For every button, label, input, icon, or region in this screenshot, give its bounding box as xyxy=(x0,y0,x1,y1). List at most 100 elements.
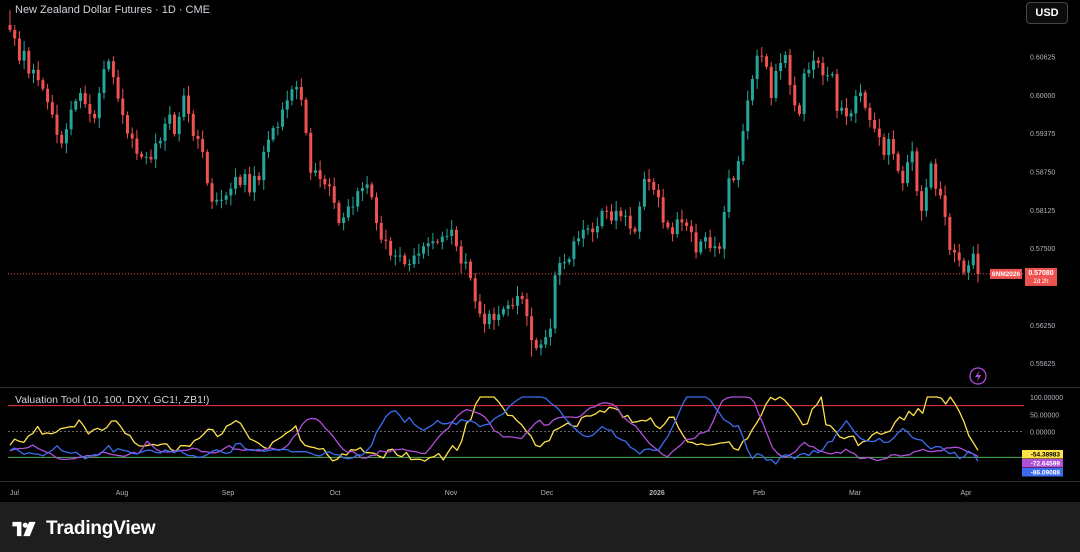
candle-body xyxy=(36,69,40,81)
candle-body xyxy=(628,215,632,229)
candle-body xyxy=(393,255,397,257)
oscillator-tick-label: 0.00000 xyxy=(1030,430,1055,437)
oscillator-tag-value: -72.64599 xyxy=(1031,461,1061,468)
candle-body xyxy=(478,301,482,314)
candle-body xyxy=(924,187,928,211)
candle-body xyxy=(656,189,660,198)
candle-body xyxy=(163,123,167,141)
price-axis: 0.612500.606250.600000.593750.587500.581… xyxy=(1030,16,1055,368)
candle-body xyxy=(558,262,562,276)
candle-body xyxy=(135,138,139,154)
candle-body xyxy=(121,98,125,116)
candle-body xyxy=(774,70,778,98)
price-tick-label: 0.59375 xyxy=(1030,131,1055,138)
candle-body xyxy=(685,222,689,227)
indicator-title[interactable]: Valuation Tool (10, 100, DXY, GC1!, ZB1!… xyxy=(15,394,209,406)
candle-body xyxy=(384,239,388,241)
candle-body xyxy=(548,328,552,338)
candle-body xyxy=(816,60,820,64)
candle-body xyxy=(60,134,64,144)
candle-body xyxy=(97,93,101,119)
candle-body xyxy=(55,114,59,135)
candle-body xyxy=(929,163,933,188)
candle-body xyxy=(304,99,308,133)
price-chart[interactable]: 0.612500.606250.600000.593750.587500.581… xyxy=(0,0,1080,502)
candle-body xyxy=(407,264,411,266)
candle-body xyxy=(154,143,158,160)
candle-body xyxy=(262,151,266,181)
candle-body xyxy=(887,139,891,155)
candle-body xyxy=(595,226,599,233)
time-axis: Jul Aug Sep Oct Nov Dec 2026 Feb Mar Apr xyxy=(10,490,972,497)
candle-body xyxy=(525,299,529,317)
candle-body xyxy=(328,184,332,187)
oscillator-tick-label: 100.00000 xyxy=(1030,395,1063,402)
candle-body xyxy=(74,101,78,110)
candle-body xyxy=(708,237,712,249)
candle-body xyxy=(572,241,576,260)
time-tick-label: Dec xyxy=(541,490,554,497)
tradingview-logo[interactable]: TradingView xyxy=(10,518,156,540)
candle-body xyxy=(680,219,684,223)
time-tick-label: Feb xyxy=(753,490,765,497)
candle-body xyxy=(971,253,975,266)
candle-body xyxy=(967,265,971,273)
candle-body xyxy=(116,77,120,99)
candle-body xyxy=(544,337,548,345)
candle-body xyxy=(398,255,402,257)
candle-body xyxy=(755,55,759,79)
candle-body xyxy=(191,113,195,136)
candle-body xyxy=(41,80,45,89)
currency-button[interactable]: USD xyxy=(1026,2,1068,24)
price-tick-label: 0.55625 xyxy=(1030,361,1055,368)
candle-body xyxy=(530,316,534,341)
candle-body xyxy=(8,25,12,30)
oscillator-tag-value: -54.38983 xyxy=(1031,452,1061,459)
candle-body xyxy=(671,227,675,235)
oscillator-axis: 100.00000 50.00000 0.00000 xyxy=(1030,395,1063,437)
candle-body xyxy=(27,50,31,74)
candle-body xyxy=(821,63,825,76)
candle-body xyxy=(464,261,468,264)
candle-body xyxy=(873,120,877,129)
candle-body xyxy=(718,246,722,249)
candle-body xyxy=(581,229,585,239)
candle-body xyxy=(346,206,350,218)
candle-body xyxy=(553,275,557,329)
candle-body xyxy=(957,252,961,261)
price-tick-label: 0.60000 xyxy=(1030,93,1055,100)
time-tick-label: Sep xyxy=(222,490,235,497)
candle-body xyxy=(769,66,773,98)
price-tick-label: 0.60625 xyxy=(1030,55,1055,62)
last-price-tag: 6NM2026 0.57080 2d 2h xyxy=(990,267,1057,286)
candle-body xyxy=(877,128,881,138)
candle-body xyxy=(313,170,317,173)
candle-body xyxy=(69,109,73,130)
candle-body xyxy=(210,183,214,202)
candle-body xyxy=(281,109,285,127)
candle-body xyxy=(299,86,303,100)
candle-body xyxy=(356,191,360,207)
candle-body xyxy=(713,246,717,249)
candle-body xyxy=(436,241,440,243)
candle-body xyxy=(177,116,181,135)
candle-body xyxy=(412,255,416,265)
candle-body xyxy=(271,128,275,140)
candle-body xyxy=(309,132,313,173)
candle-body xyxy=(234,177,238,189)
candle-body xyxy=(196,135,200,140)
candle-body xyxy=(854,96,858,114)
candle-body xyxy=(229,188,233,196)
candle-body xyxy=(389,240,393,256)
candle-body xyxy=(370,184,374,198)
candle-body xyxy=(205,151,209,184)
candle-body xyxy=(506,305,510,309)
candle-body xyxy=(276,126,280,129)
candle-body xyxy=(492,313,496,320)
candle-body xyxy=(675,219,679,235)
lightning-icon[interactable] xyxy=(969,367,987,385)
candle-body xyxy=(699,241,703,253)
candle-body xyxy=(868,107,872,121)
candle-body xyxy=(577,238,581,242)
candle-body xyxy=(520,296,524,300)
